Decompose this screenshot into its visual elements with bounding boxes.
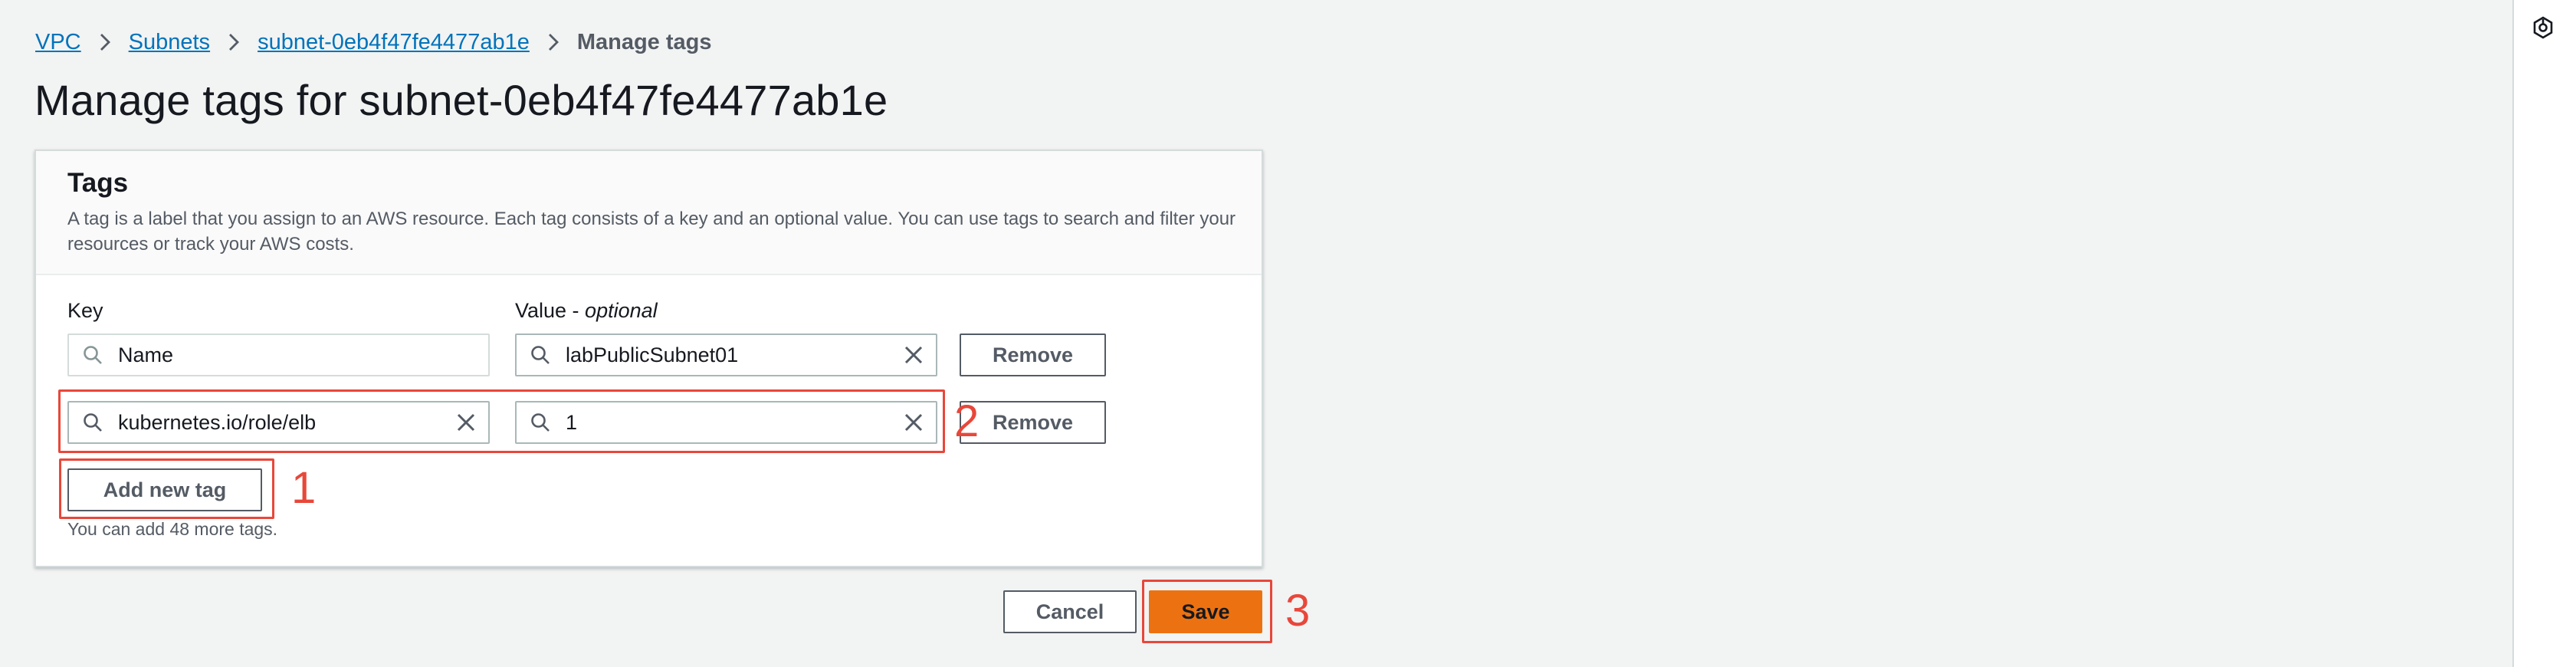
page-title: Manage tags for subnet-0eb4f47fe4477ab1e	[34, 76, 888, 124]
breadcrumb-subnet-id[interactable]: subnet-0eb4f47fe4477ab1e	[258, 30, 530, 55]
annotation-number-3: 3	[1285, 586, 1311, 636]
tag-value-input-2[interactable]	[566, 402, 902, 442]
close-icon[interactable]	[902, 411, 925, 434]
right-side-rail	[2512, 0, 2576, 667]
page: VPC Subnets subnet-0eb4f47fe4477ab1e Man…	[0, 0, 2576, 667]
chevron-right-icon	[210, 33, 258, 51]
annotation-number-2: 2	[954, 396, 980, 446]
tags-panel-header: Tags A tag is a label that you assign to…	[36, 151, 1262, 275]
tag-key-field-1[interactable]	[67, 334, 490, 376]
add-new-tag-button[interactable]: Add new tag	[67, 468, 262, 511]
annotation-number-1: 1	[291, 463, 317, 513]
chevron-right-icon	[81, 33, 129, 51]
save-button[interactable]: Save	[1149, 590, 1262, 633]
search-icon	[81, 343, 104, 366]
breadcrumb-subnets[interactable]: Subnets	[129, 30, 210, 55]
chevron-right-icon	[530, 33, 577, 51]
remove-tag-button-2[interactable]: Remove	[960, 401, 1106, 444]
value-label-optional: optional	[585, 299, 658, 322]
tag-value-field-2[interactable]	[515, 401, 937, 444]
value-label-text: Value -	[515, 299, 586, 322]
search-icon	[81, 411, 104, 434]
search-icon	[529, 411, 552, 434]
breadcrumb-current: Manage tags	[576, 29, 712, 54]
close-icon[interactable]	[902, 343, 925, 366]
tags-panel-title: Tags	[67, 168, 129, 198]
remaining-tags-hint: You can add 48 more tags.	[67, 519, 278, 539]
remove-tag-button-1[interactable]: Remove	[960, 334, 1106, 376]
tag-key-field-2[interactable]	[67, 401, 490, 444]
search-icon	[529, 343, 552, 366]
settings-hex-icon[interactable]	[2531, 15, 2555, 40]
close-icon[interactable]	[454, 411, 477, 434]
tags-panel: Tags A tag is a label that you assign to…	[34, 150, 1263, 567]
breadcrumb-vpc[interactable]: VPC	[35, 30, 81, 55]
cancel-button[interactable]: Cancel	[1003, 590, 1137, 633]
breadcrumb: VPC Subnets subnet-0eb4f47fe4477ab1e Man…	[35, 27, 712, 58]
tag-value-input-1[interactable]	[566, 335, 902, 375]
value-column-label: Value - optional	[515, 299, 658, 323]
tag-key-input-2[interactable]	[118, 402, 454, 442]
key-column-label: Key	[67, 299, 103, 322]
tag-value-field-1[interactable]	[515, 334, 937, 376]
tag-key-input-1[interactable]	[118, 335, 488, 375]
tags-panel-description: A tag is a label that you assign to an A…	[67, 209, 1236, 255]
